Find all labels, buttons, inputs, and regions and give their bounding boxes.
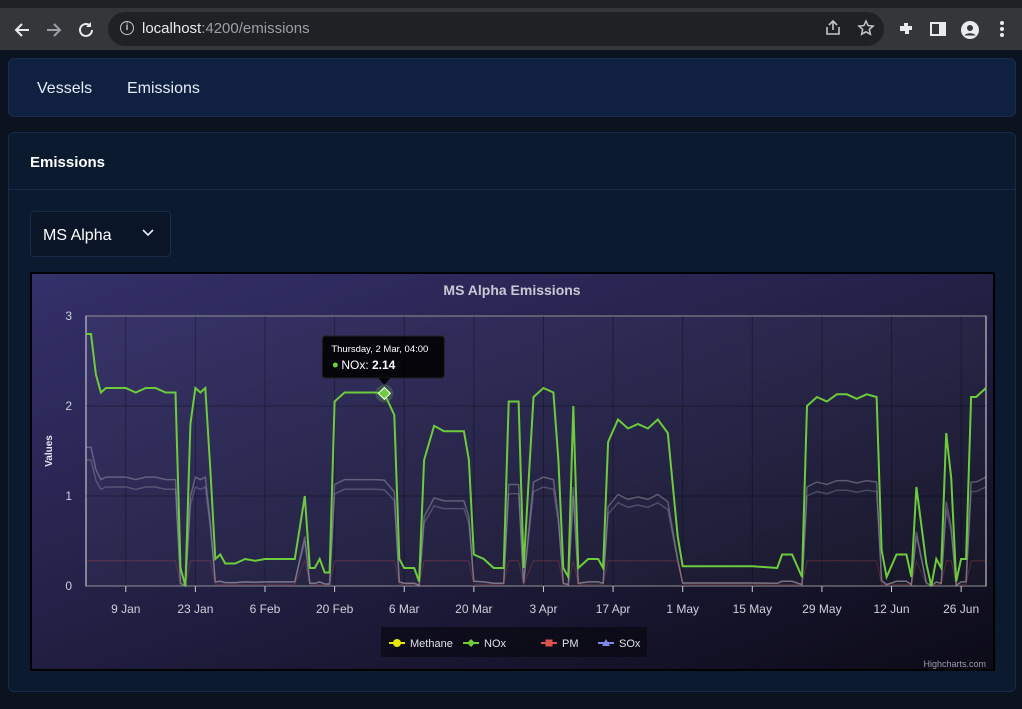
- extensions-icon[interactable]: [897, 20, 915, 43]
- chevron-down-icon: [142, 229, 154, 237]
- y-tick-label: 0: [65, 579, 72, 593]
- x-tick-label: 20 Mar: [455, 602, 492, 616]
- nav-link-vessels[interactable]: Vessels: [37, 80, 92, 98]
- legend-square-marker: [545, 639, 553, 647]
- y-tick-label: 1: [65, 489, 72, 503]
- y-tick-label: 2: [65, 399, 72, 413]
- x-tick-label: 9 Jan: [111, 602, 140, 616]
- tooltip-value: NOx: 2.14: [341, 358, 395, 372]
- nav-link-emissions[interactable]: Emissions: [127, 80, 200, 98]
- card-title: Emissions: [30, 154, 106, 171]
- legend-label: NOx: [484, 638, 507, 650]
- card-header: Emissions: [9, 133, 1015, 190]
- back-arrow-icon[interactable]: [10, 18, 34, 42]
- site-info-icon[interactable]: i: [120, 21, 134, 35]
- browser-toolbar: i localhost:4200/emissions: [0, 0, 1022, 50]
- forward-arrow-icon[interactable]: [42, 18, 66, 42]
- x-tick-label: 26 Jun: [943, 602, 979, 616]
- emissions-chart[interactable]: MS Alpha Emissions 0 1 2 3 Values 9 Jan 23 Jan 6…: [30, 272, 995, 671]
- x-tick-label: 20 Feb: [316, 602, 354, 616]
- top-navbar: Vessels Emissions: [8, 58, 1016, 117]
- share-icon[interactable]: [824, 19, 842, 42]
- kebab-menu-icon[interactable]: [995, 20, 1009, 43]
- vessel-select-value: MS Alpha: [43, 227, 112, 244]
- address-bar[interactable]: i localhost:4200/emissions: [108, 12, 884, 46]
- chart-svg: MS Alpha Emissions 0 1 2 3 Values 9 Jan 23 Jan 6…: [44, 282, 987, 669]
- chart-credits[interactable]: Highcharts.com: [923, 659, 986, 669]
- x-tick-label: 6 Feb: [250, 602, 281, 616]
- vessel-select[interactable]: MS Alpha: [30, 211, 171, 257]
- x-tick-label: 6 Mar: [389, 602, 420, 616]
- legend-label: SOx: [619, 638, 641, 650]
- bookmark-star-icon[interactable]: [857, 19, 875, 42]
- x-tick-label: 29 May: [802, 602, 841, 616]
- chart-tooltip: Thursday, 2 Mar, 04:00 NOx: 2.14: [321, 335, 445, 385]
- tooltip-series-dot: [332, 362, 338, 368]
- chart-title: MS Alpha Emissions: [443, 282, 580, 298]
- url-text: localhost:4200/emissions: [142, 20, 310, 37]
- plot-area: [85, 315, 987, 587]
- reload-icon[interactable]: [74, 18, 98, 42]
- legend-label: PM: [562, 638, 579, 650]
- side-panel-icon[interactable]: [929, 20, 947, 43]
- x-tick-label: 1 May: [666, 602, 699, 616]
- y-tick-label: 3: [65, 309, 72, 323]
- x-tick-label: 17 Apr: [596, 602, 631, 616]
- x-tick-label: 3 Apr: [529, 602, 557, 616]
- legend-circle-marker: [393, 639, 401, 647]
- legend-label: Methane: [410, 638, 453, 650]
- y-axis-title: Values: [44, 435, 55, 467]
- x-tick-label: 12 Jun: [874, 602, 910, 616]
- x-tick-label: 23 Jan: [177, 602, 213, 616]
- tooltip-header: Thursday, 2 Mar, 04:00: [331, 344, 428, 355]
- profile-avatar-icon[interactable]: [960, 20, 980, 45]
- x-tick-label: 15 May: [733, 602, 772, 616]
